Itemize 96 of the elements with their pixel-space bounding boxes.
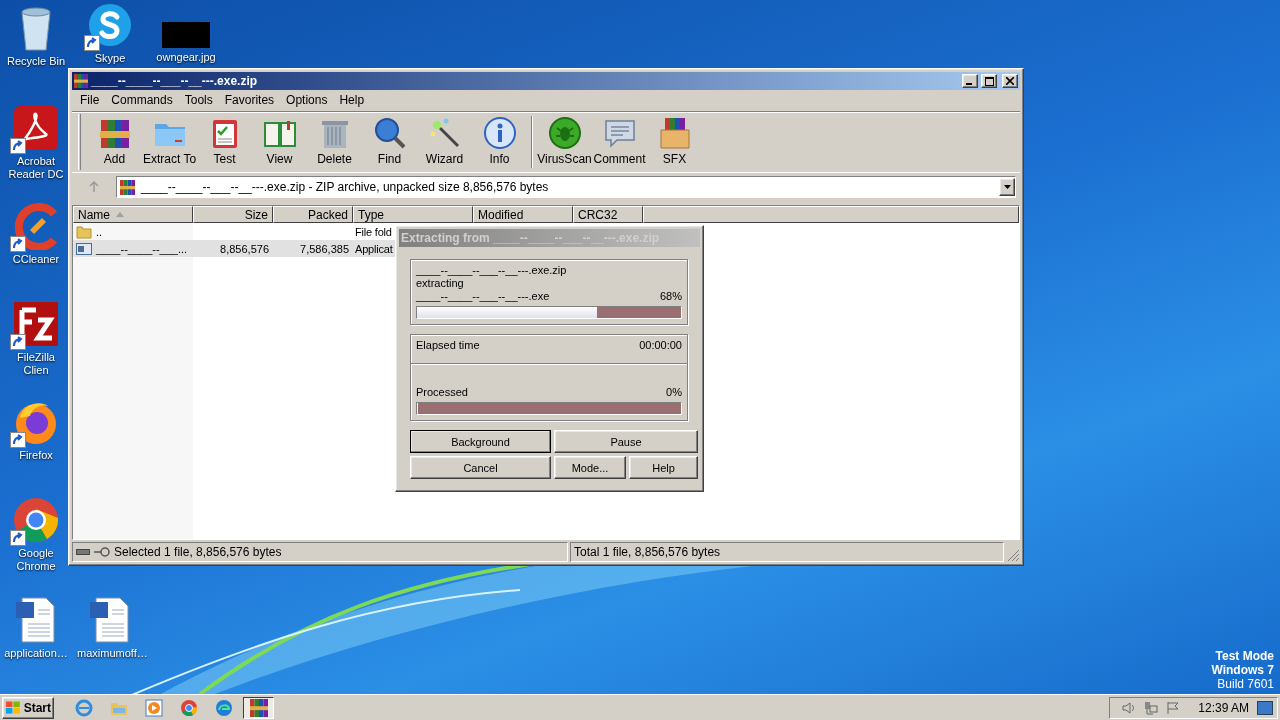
status-text: Selected 1 file, 8,856,576 bytes (114, 545, 282, 559)
toolbar-button[interactable]: Wizard (417, 114, 472, 170)
bug-icon (547, 116, 582, 150)
browser-wave-icon (214, 698, 233, 717)
brush-logo-icon (12, 202, 60, 250)
path-combobox[interactable]: ____--____--___--__---.exe.zip - ZIP archive, unpacked size 8,856,576 bytes (116, 176, 1016, 198)
dropdown-button[interactable] (999, 178, 1015, 196)
column-header[interactable]: Modified (473, 206, 573, 223)
dialog-button[interactable]: Pause (554, 430, 698, 453)
toolbar-button[interactable]: VirusScan (537, 114, 592, 170)
os-build-text: Windows 7 (1211, 663, 1274, 677)
menu-item[interactable]: Options (280, 92, 334, 107)
pdf-app-icon (12, 104, 60, 152)
file-percent: 68% (659, 289, 682, 302)
redacted-thumbnail (162, 22, 210, 48)
desktop-icon-label[interactable]: owngear.jpg (156, 51, 216, 64)
desktop-icon-label[interactable]: Skype (94, 52, 126, 65)
media-player-icon (144, 698, 163, 717)
dialog-button[interactable]: Background (410, 430, 551, 453)
app-icon (74, 74, 88, 88)
desktop-icon-label[interactable]: Firefox (19, 449, 53, 462)
file-name: ____--____--___--__---.exe (416, 289, 550, 302)
browser-logo-icon (12, 496, 60, 544)
menu-item[interactable]: Help (333, 92, 371, 107)
toolbar-button[interactable]: Delete (307, 114, 362, 170)
resize-grip-icon[interactable] (1006, 548, 1020, 562)
window-title: ____--____--___--__---.exe.zip (91, 74, 259, 88)
speaker-icon[interactable] (1122, 700, 1137, 715)
menu-item[interactable]: Commands (105, 92, 179, 107)
app-logo-icon (86, 1, 134, 49)
os-build-text: Test Mode (1215, 649, 1274, 663)
maximize-icon (984, 76, 994, 86)
os-build-text: Build 7601 (1217, 677, 1274, 691)
toolbar-button[interactable]: SFX (647, 114, 702, 170)
toolbar-button[interactable]: Comment (592, 114, 647, 170)
processed-label: Processed (416, 385, 468, 398)
magnifier-icon (372, 116, 407, 150)
status-text: Total 1 file, 8,856,576 bytes (574, 545, 721, 559)
table-cell-text: .. (95, 225, 104, 238)
column-header[interactable]: CRC32 (573, 206, 643, 223)
sort-arrow-icon (116, 212, 124, 217)
toolbar-button[interactable]: Find (362, 114, 417, 170)
dialog-button[interactable]: Cancel (410, 456, 551, 479)
drive-icon (76, 548, 90, 556)
table-cell-text: Applicat (354, 242, 393, 255)
toolbar-button[interactable]: View (252, 114, 307, 170)
toolbar-button[interactable]: Add (87, 114, 142, 170)
elapsed-time: 00:00:00 (639, 338, 682, 351)
dialog-button[interactable]: Mode... (554, 456, 626, 479)
start-button[interactable]: Start (2, 696, 54, 719)
desktop-icon-label[interactable]: application… (4, 647, 68, 660)
archive-icon (249, 698, 268, 717)
column-header[interactable]: Name (73, 206, 193, 223)
caret-icon (1003, 185, 1011, 189)
browser-e-icon (74, 698, 93, 717)
close-button[interactable] (1002, 74, 1018, 88)
info-icon (482, 116, 517, 150)
menu-item[interactable]: Favorites (218, 92, 281, 107)
fz-logo-icon (12, 300, 60, 348)
maximize-button[interactable] (981, 74, 997, 88)
table-cell-text: File fold (354, 225, 392, 238)
toolbar-button[interactable]: Extract To (142, 114, 197, 170)
network-icon[interactable] (1144, 700, 1159, 715)
archive-name: ____--____--___--__---.exe.zip (416, 263, 567, 276)
column-header[interactable]: Type (353, 206, 473, 223)
menu-item[interactable]: File (74, 92, 106, 107)
action-label: extracting (416, 276, 464, 289)
toolbar-button[interactable]: Info (472, 114, 527, 170)
desktop-icon-label[interactable]: CCleaner (12, 253, 60, 266)
desktop-icon-label[interactable]: Google Chrome (3, 547, 69, 573)
box-icon (657, 116, 692, 150)
minimize-button[interactable] (962, 74, 978, 88)
desktop-icon-label[interactable]: Recycle Bin (6, 55, 66, 68)
up-arrow-icon (88, 181, 100, 193)
desktop-icon-label[interactable]: FileZilla Clien (3, 351, 69, 377)
flag-icon[interactable] (1166, 700, 1181, 715)
toolbar-button[interactable]: Test (197, 114, 252, 170)
application-icon (76, 241, 92, 256)
column-header[interactable]: Packed (273, 206, 353, 223)
dialog-button[interactable]: Help (629, 456, 698, 479)
taskbar-button[interactable] (243, 696, 274, 719)
clock[interactable]: 12:39 AM (1198, 700, 1249, 715)
show-desktop-icon[interactable] (1257, 700, 1273, 715)
archive-icon (120, 179, 135, 195)
desktop-icon-label[interactable]: Acrobat Reader DC (3, 155, 69, 181)
table-cell-text: 7,586,385 (299, 242, 350, 255)
table-cell-text: ____--____--___... (95, 242, 189, 255)
menu-item[interactable]: Tools (178, 92, 219, 107)
table-cell-text: 8,856,576 (219, 242, 270, 255)
key-icon (94, 547, 110, 557)
windows-flag-icon (5, 699, 22, 716)
column-header[interactable]: Size (193, 206, 273, 223)
processed-percent: 0% (666, 385, 682, 398)
close-icon (1006, 77, 1014, 85)
browser-logo-icon (179, 698, 198, 717)
elapsed-label: Elapsed time (416, 338, 480, 351)
